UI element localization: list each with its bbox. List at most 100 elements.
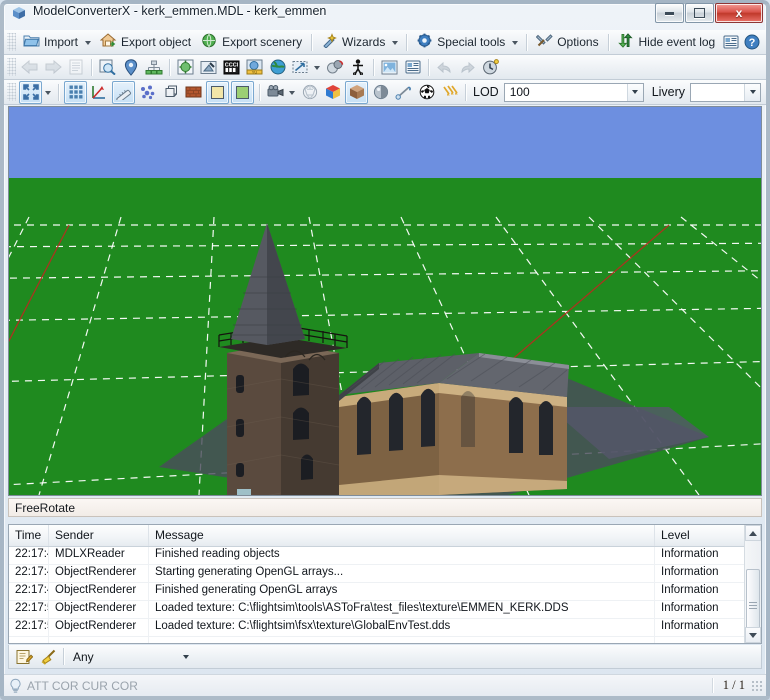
status-bar-text: ATT COR CUR COR [27,678,138,693]
livery-label: Livery [651,85,686,99]
level-filter-combo[interactable]: Any [68,647,193,666]
table-row[interactable]: 22:17:49 ObjectRenderer Starting generat… [9,565,761,583]
table-row[interactable]: 22:17:50 ObjectRenderer Loaded texture: … [9,619,761,637]
ruler-icon[interactable] [112,80,135,104]
table-row[interactable]: 22:17:49 MDLXReader Finished reading obj… [9,547,761,565]
resize-grip[interactable] [751,679,763,692]
forward-arrow-icon[interactable] [42,57,63,78]
camera-icon[interactable] [265,82,286,103]
edit-note-icon[interactable] [14,646,35,667]
ball-icon[interactable] [416,82,437,103]
event-log-header: Time Sender Message Level [9,525,761,547]
log-filter-bar: Any [8,645,762,669]
menu-item-hide-event-log[interactable]: Hide event log [612,32,720,52]
placement-pin-icon[interactable] [120,57,141,78]
menu-item-export-scenery[interactable]: Export scenery [196,32,307,52]
column-header-sender[interactable]: Sender [49,525,149,546]
back-arrow-icon[interactable] [19,57,40,78]
minimize-button[interactable] [655,3,684,23]
gear-icon [416,33,433,51]
report-list-icon[interactable] [402,57,423,78]
menu-item-export-object[interactable]: Export object [95,32,196,52]
screenshot-icon[interactable] [379,57,400,78]
shaded-cube-icon[interactable] [345,80,368,104]
fit-dropdown-arrow[interactable] [43,82,54,103]
cell-level: Information [661,620,719,632]
lod-sphere-icon[interactable] [324,57,345,78]
polygon-sphere-icon[interactable] [299,82,320,103]
toolbar2-grip[interactable] [7,83,16,101]
normals-icon[interactable] [439,82,460,103]
history-clock-icon[interactable] [480,57,501,78]
attached-object-icon[interactable] [198,57,219,78]
fit-to-view-icon[interactable] [19,80,42,104]
menu-grip[interactable] [7,33,16,51]
menu-item-special-tools[interactable]: Special tools [411,32,510,52]
lod-dropdown-arrow[interactable] [626,83,643,101]
crash-tree-icon[interactable] [347,57,368,78]
sphere-shaded-icon[interactable] [370,82,391,103]
menu-bar-wrap: Import Export object Export scenery Wiza… [4,30,766,55]
table-row[interactable]: 22:17:49 ObjectRenderer Finished generat… [9,583,761,601]
animation-icon[interactable]: CCCI [221,57,242,78]
close-button[interactable]: x [715,3,763,23]
toolbar2-separator-2 [259,83,260,101]
column-header-message[interactable]: Message [149,525,655,546]
ground-color-icon[interactable] [231,80,254,104]
column-header-time[interactable]: Time [9,525,49,546]
wizards-dropdown-arrow[interactable] [392,41,399,45]
wireframe-cube-icon[interactable] [160,82,181,103]
3d-viewport[interactable] [8,106,762,496]
column-header-level[interactable]: Level [655,525,741,546]
menu-item-export-scenery-label: Export scenery [222,35,303,49]
viewport-mode-label: FreeRotate [8,498,762,517]
toolbar-row1-wrap: CCCI YU [4,55,766,80]
menu-item-wizards[interactable]: Wizards [316,32,390,52]
window-title: ModelConverterX - kerk_emmen.MDL - kerk_… [33,4,327,18]
toolbar1-grip[interactable] [7,58,16,76]
lightbulb-icon [5,675,26,696]
scale-dropdown-arrow[interactable] [312,57,323,78]
axis-icon[interactable] [89,82,110,103]
level-filter-dropdown-arrow[interactable] [178,648,193,665]
scale-icon[interactable] [290,57,311,78]
toolbar2-separator-3 [465,83,466,101]
scroll-up-button[interactable] [745,525,761,541]
camera-dropdown-arrow[interactable] [287,82,298,103]
vertex-icon[interactable] [137,82,158,103]
undo-icon[interactable] [434,57,455,78]
livery-dropdown-arrow[interactable] [744,83,760,101]
object-inspect-icon[interactable] [97,57,118,78]
menu-item-import[interactable]: Import [18,32,83,52]
maximize-button[interactable] [685,3,714,23]
material-editor-icon[interactable] [175,57,196,78]
document-icon[interactable] [65,57,86,78]
redo-icon[interactable] [457,57,478,78]
maximize-icon [694,8,705,18]
broom-icon[interactable] [37,646,58,667]
special-tools-dropdown-arrow[interactable] [512,41,519,45]
report-icon[interactable] [721,32,740,53]
help-icon[interactable]: ? [742,32,761,53]
table-row[interactable]: 22:17:50 ObjectRenderer Loaded texture: … [9,601,761,619]
lod-combo[interactable]: 100 [503,82,644,102]
cell-level: Information [661,566,719,578]
cell-message: Finished generating OpenGL arrays [149,583,655,600]
menu-item-options[interactable]: Options [531,32,603,52]
import-dropdown-arrow[interactable] [85,41,92,45]
background-color-icon[interactable] [206,80,229,104]
toolbar-row2-wrap: LOD 100 Livery [4,80,766,105]
event-log-scrollbar[interactable] [744,525,761,643]
lod-label: LOD [473,85,499,99]
scroll-down-button[interactable] [745,627,761,643]
svg-text:YU: YU [252,69,258,74]
texture-brick-icon[interactable] [183,82,204,103]
bone-icon[interactable] [393,82,414,103]
livery-combo[interactable] [690,82,761,102]
hierarchy-icon[interactable] [143,57,164,78]
colored-cube-icon[interactable] [322,82,343,103]
texture-convert-icon[interactable]: YU [244,57,265,78]
globe-icon[interactable] [267,57,288,78]
grid-icon[interactable] [64,80,87,104]
svg-text:CCCI: CCCI [225,62,239,68]
